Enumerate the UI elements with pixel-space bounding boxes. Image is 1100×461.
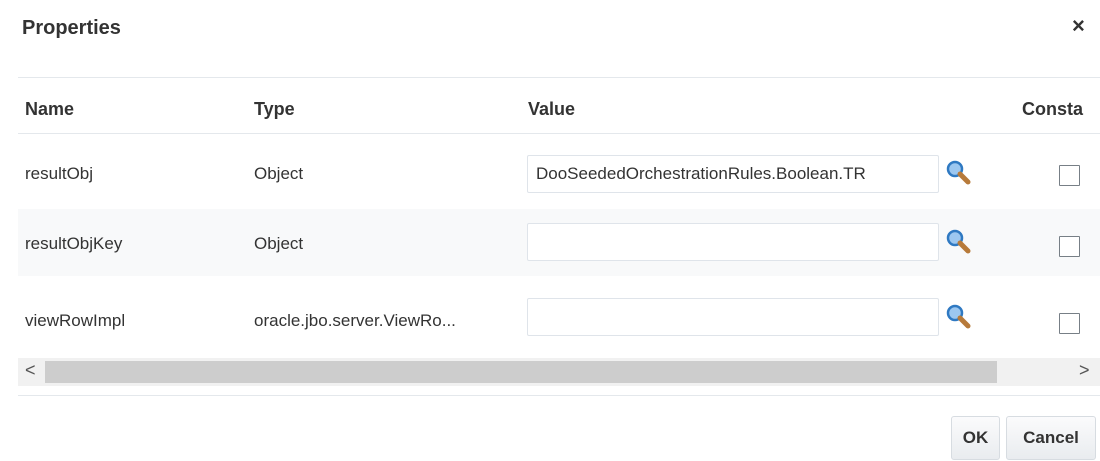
close-icon[interactable]: × <box>1072 15 1085 37</box>
footer-divider <box>18 395 1100 396</box>
dialog-title: Properties <box>22 17 121 39</box>
row-name: resultObjKey <box>25 234 123 253</box>
column-header-constant: Consta <box>1022 99 1084 119</box>
scroll-right-icon[interactable]: > <box>1079 360 1090 381</box>
search-icon[interactable] <box>944 228 972 256</box>
constant-checkbox[interactable] <box>1059 313 1080 334</box>
column-header-name: Name <box>25 99 75 119</box>
row-name: viewRowImpl <box>25 311 126 330</box>
column-header-type: Type <box>254 99 295 119</box>
row-type: Object <box>254 164 304 183</box>
search-icon[interactable] <box>944 303 972 331</box>
column-header-value: Value <box>528 99 576 119</box>
row-type: oracle.jbo.server.ViewRo... <box>254 311 456 330</box>
row-type: Object <box>254 234 304 253</box>
ok-button[interactable]: OK <box>951 416 1000 460</box>
header-top-divider <box>18 77 1100 78</box>
value-input[interactable] <box>527 223 939 261</box>
value-input[interactable] <box>527 155 939 193</box>
header-bottom-divider <box>18 133 1100 134</box>
constant-checkbox[interactable] <box>1059 165 1080 186</box>
value-input[interactable] <box>527 298 939 336</box>
constant-checkbox[interactable] <box>1059 236 1080 257</box>
scrollbar-thumb[interactable] <box>45 361 997 383</box>
properties-dialog: Properties × Name Type Value Consta resu… <box>0 0 1100 461</box>
row-name: resultObj <box>25 164 94 183</box>
cancel-button[interactable]: Cancel <box>1006 416 1096 460</box>
scroll-left-icon[interactable]: < <box>25 360 36 381</box>
search-icon[interactable] <box>944 159 972 187</box>
